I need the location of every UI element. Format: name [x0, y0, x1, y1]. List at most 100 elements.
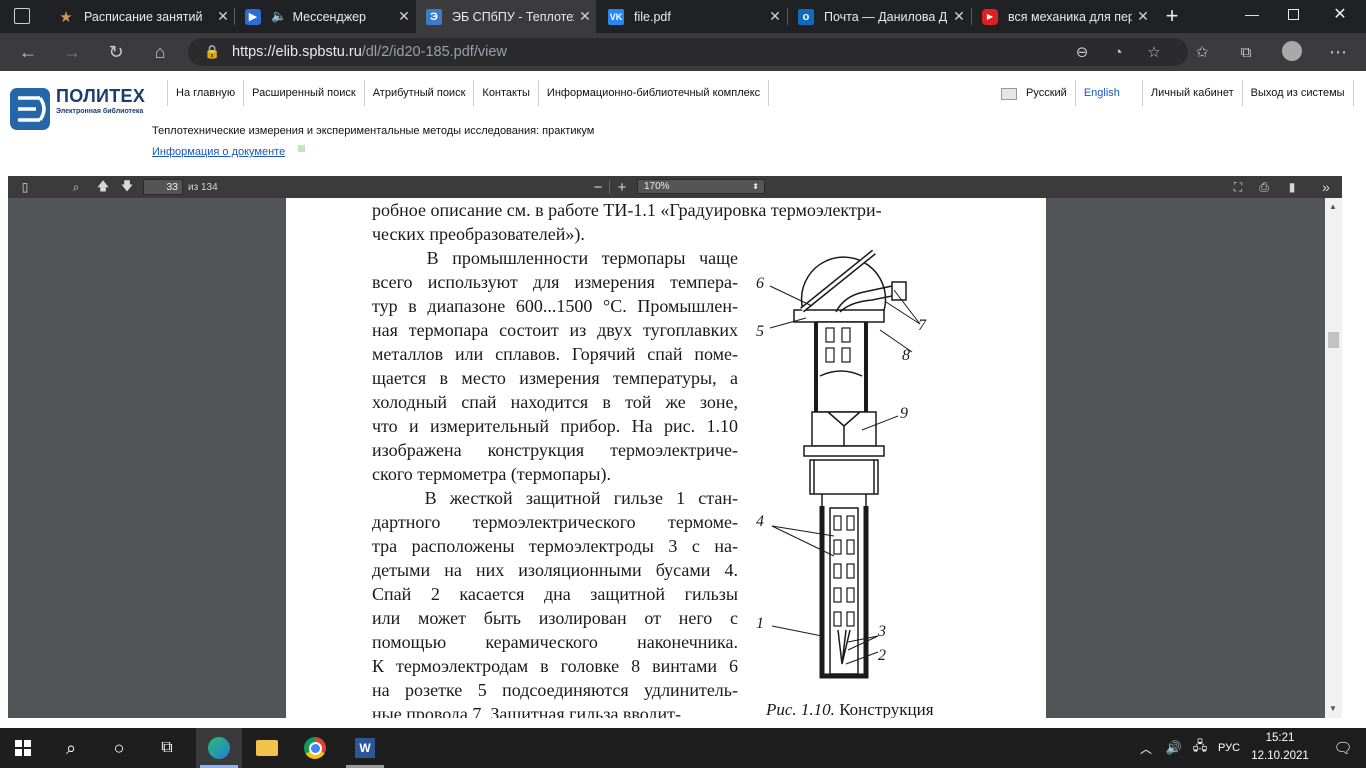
- text-line: металлов или сплавов. Горячий спай поме-: [372, 344, 738, 364]
- next-page-icon[interactable]: 🡇: [119, 178, 135, 196]
- close-icon[interactable]: ✕: [1132, 8, 1154, 25]
- close-icon[interactable]: ✕: [574, 8, 596, 25]
- tab-actions-icon[interactable]: [14, 8, 30, 24]
- logo-name[interactable]: ПОЛИТЕХ: [56, 86, 145, 107]
- task-view-icon[interactable]: ⧉: [144, 728, 190, 768]
- search-icon[interactable]: ⌕: [48, 728, 94, 768]
- favorites-icon[interactable]: ✩: [1190, 40, 1214, 64]
- print-icon[interactable]: ⎙: [1256, 178, 1272, 196]
- logout-link[interactable]: Выход из системы: [1241, 80, 1354, 106]
- text-line: ческих преобразователей»).: [372, 224, 585, 244]
- edge-app-icon[interactable]: [196, 728, 242, 768]
- zoom-out-button[interactable]: −: [590, 178, 606, 196]
- text-line: ные провода 7. Защитная гильза вводит-: [372, 704, 681, 718]
- collections-icon[interactable]: ⧉: [1234, 40, 1258, 64]
- windows-start-icon[interactable]: [0, 728, 46, 768]
- pdf-scrollbar[interactable]: ▲ ▼: [1325, 198, 1342, 718]
- close-window-button[interactable]: ✕: [1328, 4, 1352, 24]
- more-menu-icon[interactable]: ⋯: [1326, 40, 1350, 64]
- volume-icon[interactable]: 🔊: [1164, 728, 1184, 768]
- lang-ru[interactable]: Русский: [1018, 80, 1075, 106]
- bookmark-icon[interactable]: ▮: [1284, 178, 1300, 196]
- pdf-viewer[interactable]: робное описание см. в работе ТИ-1.1 «Гра…: [8, 198, 1342, 718]
- close-icon[interactable]: ✕: [948, 8, 970, 25]
- lang-en[interactable]: English: [1074, 80, 1142, 106]
- page-number-input[interactable]: 33: [143, 179, 183, 195]
- network-icon[interactable]: 🖧: [1190, 728, 1210, 768]
- refresh-button[interactable]: ↻: [104, 40, 128, 64]
- url-text[interactable]: https://elib.spbstu.ru/dl/2/id20-185.pdf…: [232, 42, 507, 62]
- text-line: всего используют для измерения темпера-: [372, 272, 738, 292]
- figure-label: 5: [756, 323, 764, 340]
- file-explorer-icon[interactable]: [244, 728, 290, 768]
- text-line: на розетке 5 подсоединяются удлинитель-: [372, 680, 738, 700]
- add-favorite-icon[interactable]: ☆: [1142, 40, 1166, 64]
- scroll-up-icon[interactable]: ▲: [1329, 202, 1337, 211]
- tab-mail[interactable]: o Почта — Данилова Д ✕: [788, 0, 970, 33]
- forward-button[interactable]: →: [60, 40, 84, 64]
- nav-advanced-search[interactable]: Расширенный поиск: [243, 80, 364, 106]
- document-info-link[interactable]: Информация о документе: [152, 146, 285, 158]
- tab-eb-spbpu[interactable]: Э ЭБ СПбПУ - Теплотех ✕: [416, 0, 596, 33]
- tab-file-pdf[interactable]: VK file.pdf ✕: [598, 0, 786, 33]
- messenger-icon: ▶: [245, 8, 261, 25]
- avatar[interactable]: [1282, 41, 1302, 61]
- sidebar-toggle-icon[interactable]: ▯: [16, 178, 34, 196]
- tab-youtube[interactable]: ▶ вся механика для пер ✕: [972, 0, 1154, 33]
- text-line: помощью керамического наконечника.: [372, 632, 738, 652]
- input-language[interactable]: РУС: [1214, 728, 1244, 768]
- restore-button[interactable]: [1288, 9, 1299, 20]
- text-line: или может быть изолирован от него с: [372, 608, 738, 628]
- new-tab-button[interactable]: +: [1160, 4, 1184, 28]
- zoom-select[interactable]: 170% ⬍: [637, 179, 765, 194]
- nav-attribute-search[interactable]: Атрибутный поиск: [363, 80, 474, 106]
- status-square-icon: [298, 145, 305, 152]
- figure-label: 7: [918, 317, 927, 334]
- close-icon[interactable]: ✕: [764, 8, 786, 25]
- prev-page-icon[interactable]: 🡅: [95, 178, 111, 196]
- scroll-thumb[interactable]: [1328, 332, 1339, 348]
- figure-label: 6: [756, 275, 764, 292]
- nav-contacts[interactable]: Контакты: [473, 80, 538, 106]
- personal-account-link[interactable]: Личный кабинет: [1141, 80, 1242, 106]
- politeh-logo-icon: [10, 88, 50, 130]
- pdf-page: робное описание см. в работе ТИ-1.1 «Гра…: [286, 198, 1046, 718]
- chrome-icon[interactable]: [292, 728, 338, 768]
- nav-home[interactable]: На главную: [167, 80, 243, 106]
- minimize-button[interactable]: —: [1240, 6, 1264, 22]
- text-line: детыми на них изоляционными бусами 4.: [372, 560, 738, 580]
- tools-expand-icon[interactable]: »: [1316, 178, 1336, 196]
- text-line: В жесткой защитной гильзе 1 стан-: [372, 488, 738, 508]
- word-icon[interactable]: W: [342, 728, 388, 768]
- home-button[interactable]: ⌂: [148, 40, 172, 64]
- zoom-in-button[interactable]: +: [614, 178, 630, 196]
- site-nav-right: Русский English Личный кабинет Выход из …: [1018, 80, 1354, 106]
- select-arrows-icon: ⬍: [752, 182, 759, 191]
- speaker-icon[interactable]: 🔈: [271, 9, 287, 24]
- mail-icon[interactable]: [1001, 88, 1017, 100]
- tracking-prevention-icon[interactable]: ◔: [1106, 40, 1130, 64]
- tab-messenger[interactable]: ▶ 🔈 Мессенджер ✕: [235, 0, 415, 33]
- document-title: Теплотехнические измерения и эксперимент…: [152, 125, 595, 137]
- page-count: из 134: [188, 182, 218, 193]
- scroll-down-icon[interactable]: ▼: [1329, 704, 1337, 713]
- search-icon[interactable]: ⌕: [68, 178, 84, 196]
- tab-schedule[interactable]: ★ Расписание занятий ✕: [48, 0, 234, 33]
- close-icon[interactable]: ✕: [212, 8, 234, 25]
- close-icon[interactable]: ✕: [393, 8, 415, 25]
- figure-label: 4: [756, 513, 764, 530]
- nav-library-complex[interactable]: Информационно-библиотечный комплекс: [537, 80, 770, 106]
- fullscreen-icon[interactable]: ⛶: [1230, 178, 1246, 196]
- text-line: ского термометра (термопары).: [372, 464, 612, 484]
- zoom-out-icon[interactable]: ⊖: [1070, 40, 1094, 64]
- system-clock[interactable]: 15:21 12.10.2021: [1250, 729, 1310, 765]
- cortana-icon[interactable]: ○: [96, 728, 142, 768]
- site-nav: На главную Расширенный поиск Атрибутный …: [167, 80, 770, 106]
- text-line: ная термопара состоит из двух тугоплавки…: [372, 320, 738, 340]
- tray-expand-icon[interactable]: ︿: [1136, 728, 1156, 768]
- notifications-icon[interactable]: 🗨: [1320, 728, 1366, 768]
- lock-icon[interactable]: 🔒: [204, 44, 220, 60]
- back-button[interactable]: ←: [16, 40, 40, 64]
- youtube-icon: ▶: [982, 8, 998, 25]
- figure-label: 2: [878, 647, 886, 664]
